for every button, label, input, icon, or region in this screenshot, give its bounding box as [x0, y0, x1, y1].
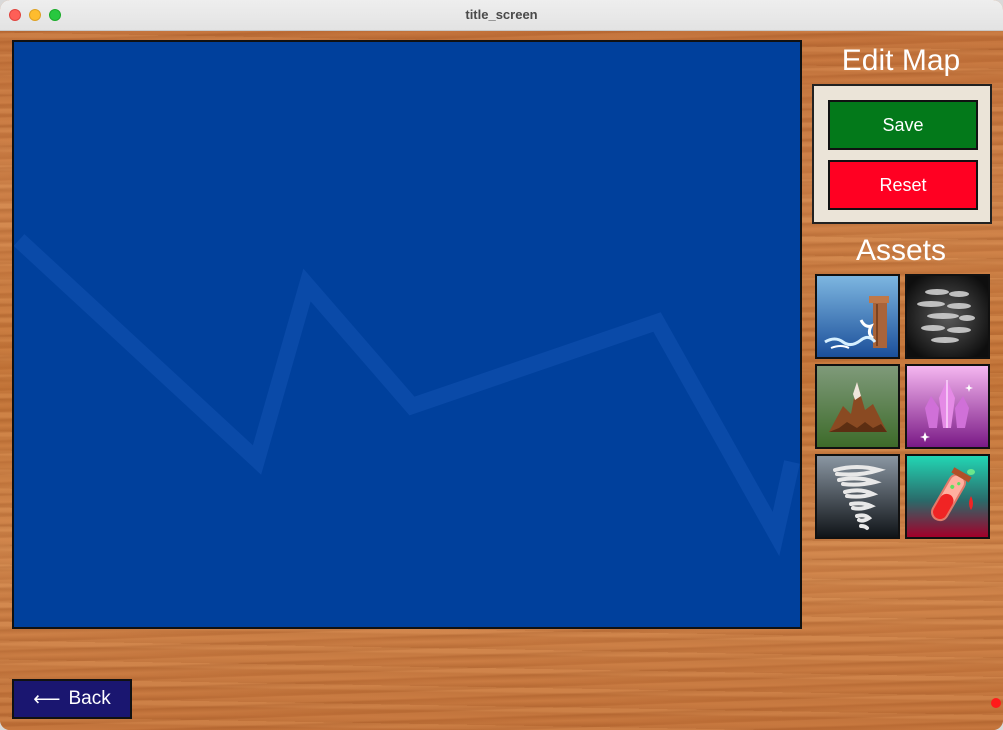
- asset-waterfall[interactable]: [815, 274, 900, 359]
- map-path: [14, 234, 800, 557]
- status-indicator-dot: [991, 698, 1001, 708]
- back-button-label: Back: [68, 688, 111, 709]
- asset-tornado[interactable]: [815, 454, 900, 539]
- save-button[interactable]: Save: [828, 100, 978, 150]
- map-canvas[interactable]: [12, 40, 802, 629]
- asset-fog[interactable]: [905, 274, 990, 359]
- asset-potion[interactable]: [905, 454, 990, 539]
- waterfall-icon: [817, 276, 898, 357]
- back-button[interactable]: ⟵ Back: [12, 679, 132, 719]
- app-window: title_screen Edit Map Save Reset Assets: [0, 0, 1003, 730]
- tornado-icon: [817, 456, 898, 537]
- potion-icon: [907, 456, 988, 537]
- title-bar: title_screen: [0, 0, 1003, 31]
- assets-heading: Assets: [855, 234, 947, 267]
- back-arrow-icon: ⟵: [33, 688, 61, 710]
- mountain-icon: [817, 366, 898, 447]
- asset-crystal[interactable]: [905, 364, 990, 449]
- window-title: title_screen: [465, 7, 538, 22]
- edit-map-heading: Edit Map: [841, 44, 961, 77]
- crystal-icon: [907, 366, 988, 447]
- edit-controls-panel: Save Reset: [812, 84, 992, 224]
- reset-button[interactable]: Reset: [828, 160, 978, 210]
- map-path-overlay: [14, 234, 800, 557]
- asset-mountain[interactable]: [815, 364, 900, 449]
- fog-icon: [907, 276, 988, 357]
